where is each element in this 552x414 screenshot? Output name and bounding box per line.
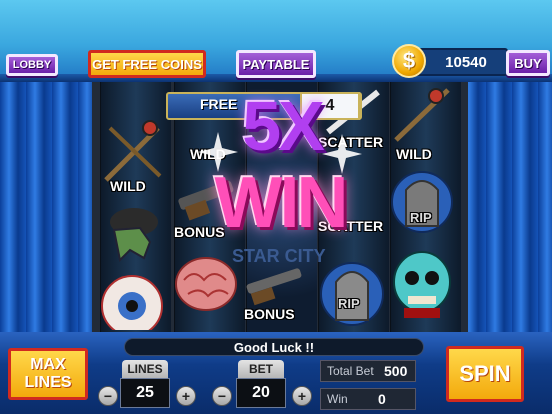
star-city-watermark: STAR CITY [232,246,326,266]
shotgun-icon [246,268,302,306]
reel-5-rip-label: RIP [410,210,432,225]
win-text: WIN [214,163,349,243]
bet-minus-button[interactable]: − [212,386,232,406]
severed-hand-icon [110,208,158,263]
win-value: 0 [378,391,386,407]
total-bet-label: Total Bet [327,364,374,378]
lines-plus-button[interactable]: + [176,386,196,406]
win-multiplier: 5X [242,87,325,165]
gravestone-icon [320,262,384,326]
left-curtain [0,82,100,338]
spin-button[interactable]: SPIN [446,346,524,402]
right-curtain [460,82,552,338]
bet-label: BET [238,360,284,378]
lines-value: 25 [120,378,170,408]
reel-1-symbols [101,120,163,330]
reel-4-rip-label: RIP [338,296,360,311]
coin-balance: 10540 [445,53,487,71]
bet-value: 20 [236,378,286,408]
crossed-weapons-icon [104,120,162,182]
lobby-button[interactable]: LOBBY [6,54,58,76]
win-label: Win [327,392,348,406]
bet-plus-button[interactable]: + [292,386,312,406]
reel-3-shotgun [246,268,302,306]
skull-icon [393,251,451,318]
reel-5-symbols [391,88,453,318]
reel-1-wild-label: WILD [110,178,146,194]
win-box: Win [320,388,416,410]
lines-label: LINES [122,360,168,378]
reel-5-wild-label: WILD [396,146,432,162]
buy-button[interactable]: BUY [506,50,550,76]
status-message: Good Luck !! [124,338,424,356]
get-free-coins-button[interactable]: GET FREE COINS [88,50,206,78]
eyeball-icon [101,275,163,330]
crossed-weapons-icon [394,88,450,142]
paytable-button[interactable]: PAYTABLE [236,50,316,78]
total-bet-value: 500 [384,363,408,379]
brain-icon [175,257,237,311]
reel-3-bonus-label: BONUS [244,306,295,322]
coin-icon: $ [392,44,426,78]
max-lines-button[interactable]: MAX LINES [8,348,88,400]
lines-minus-button[interactable]: − [98,386,118,406]
